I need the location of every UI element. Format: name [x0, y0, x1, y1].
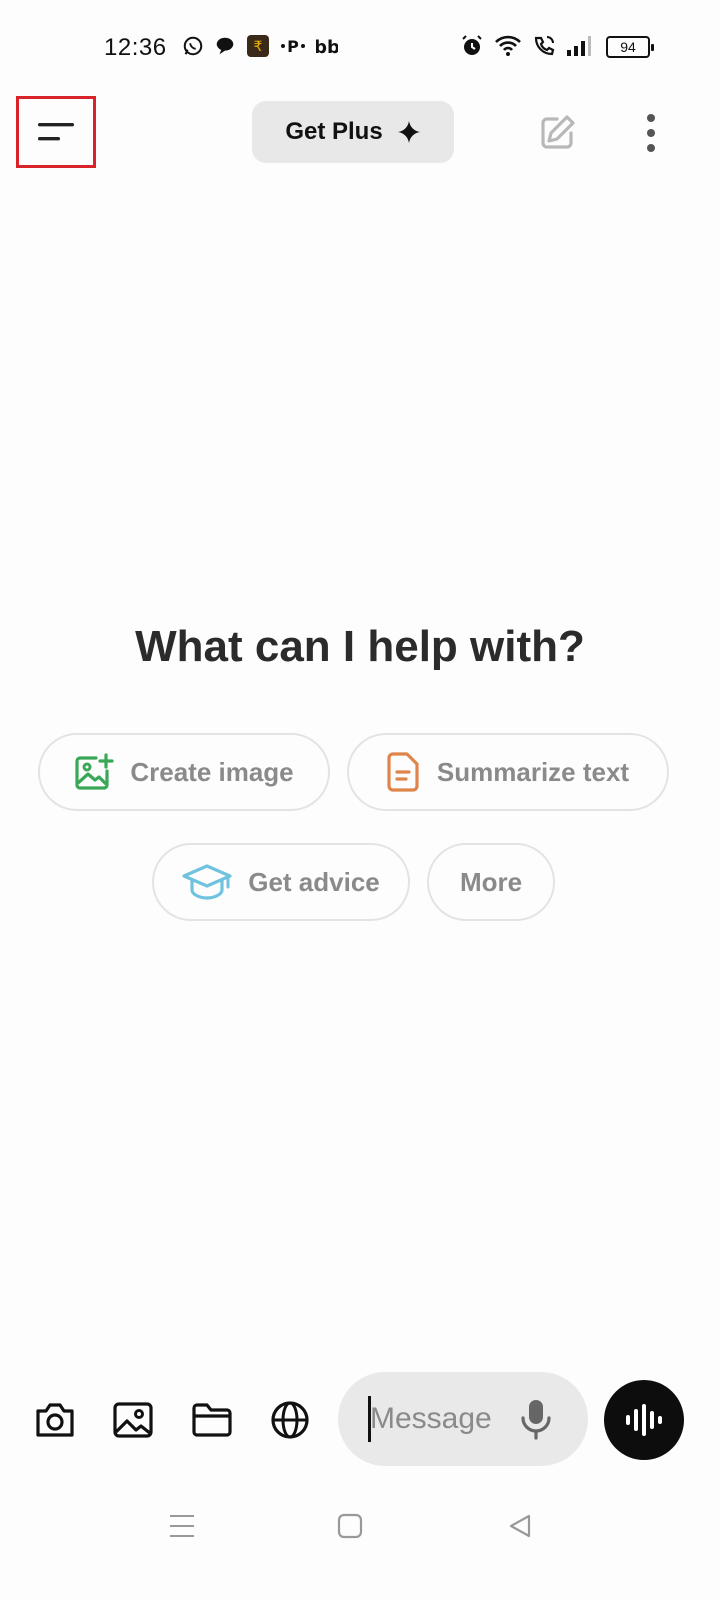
document-icon	[387, 752, 419, 792]
suggestion-label: Summarize text	[436, 756, 630, 787]
menu-button[interactable]	[16, 96, 96, 168]
voice-mode-button[interactable]	[604, 1380, 684, 1460]
hamburger-menu-icon	[38, 123, 74, 141]
chat-bubble-icon	[216, 37, 234, 55]
whatsapp-icon	[183, 36, 203, 56]
text-caret	[368, 1396, 371, 1442]
status-time: 12:36	[104, 34, 167, 61]
get-plus-label: Get Plus	[285, 118, 383, 145]
page-title: What can I help with?	[135, 622, 585, 671]
graduation-cap-icon	[182, 864, 232, 900]
signal-icon	[567, 36, 591, 56]
new-chat-button[interactable]	[536, 112, 578, 154]
photo-icon	[113, 1402, 153, 1438]
more-options-button[interactable]	[636, 110, 666, 156]
nav-home-button[interactable]	[330, 1506, 370, 1546]
home-square-icon	[337, 1513, 363, 1539]
web-search-button[interactable]	[268, 1398, 312, 1442]
get-plus-button[interactable]: Get Plus	[252, 101, 454, 163]
camera-icon	[36, 1403, 74, 1437]
message-input[interactable]	[370, 1394, 500, 1444]
wifi-icon	[495, 35, 521, 56]
suggestion-get-advice[interactable]: Get advice	[152, 843, 410, 921]
wifi-call-icon	[534, 36, 555, 56]
nav-recents-button[interactable]	[162, 1506, 202, 1546]
svg-text:P: P	[287, 37, 299, 56]
suggestion-label: More	[459, 866, 523, 897]
folder-icon	[192, 1403, 232, 1437]
status-bar: 12:36 ₹ P bb 94	[0, 0, 720, 90]
files-button[interactable]	[190, 1398, 234, 1442]
system-icons	[460, 34, 592, 58]
nav-back-button[interactable]	[500, 1506, 540, 1546]
battery-indicator: 94	[606, 36, 654, 58]
vertical-dots-icon	[647, 114, 655, 152]
edit-pencil-icon	[541, 115, 575, 149]
dictation-button[interactable]	[516, 1396, 556, 1442]
suggestion-more[interactable]: More	[427, 843, 555, 921]
image-add-icon	[75, 753, 114, 790]
bb-app-icon: bb	[316, 37, 338, 57]
notification-icons: ₹ P bb	[182, 34, 338, 58]
microphone-icon	[521, 1400, 551, 1440]
photos-button[interactable]	[111, 1398, 155, 1442]
voice-waveform-icon	[626, 1404, 662, 1436]
suggestion-label: Create image	[130, 756, 294, 787]
suggestion-create-image[interactable]: Create image	[38, 733, 330, 811]
payment-app-icon: P	[281, 37, 305, 56]
globe-icon	[271, 1401, 309, 1439]
back-triangle-icon	[509, 1514, 531, 1538]
svg-text:bb: bb	[316, 37, 338, 57]
suggestion-label: Get advice	[248, 866, 380, 897]
message-composer	[338, 1372, 588, 1466]
suggestion-summarize-text[interactable]: Summarize text	[347, 733, 669, 811]
recents-lines-icon	[170, 1515, 194, 1537]
app-badge-icon: ₹	[247, 35, 269, 57]
alarm-icon	[462, 35, 482, 55]
camera-button[interactable]	[33, 1398, 77, 1442]
svg-text:₹: ₹	[254, 39, 263, 55]
sparkle-icon	[397, 121, 420, 143]
